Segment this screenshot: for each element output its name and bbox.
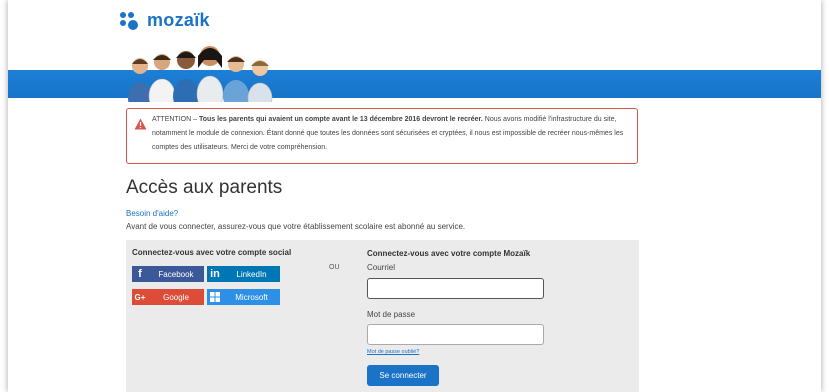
linkedin-label: LinkedIn [236, 269, 267, 279]
mozaik-login-title: Connectez-vous avec votre compte Mozaïk [367, 249, 531, 258]
microsoft-icon [207, 289, 223, 305]
facebook-label: Facebook [158, 269, 194, 279]
account-reset-alert: ATTENTION – Tous les parents qui avaient… [126, 108, 638, 164]
brand-name: mozaïk [147, 10, 210, 30]
google-plus-icon: G+ [134, 292, 146, 302]
alert-bold-text: Tous les parents qui avaient un compte a… [198, 116, 483, 123]
help-text: Avant de vous connecter, assurez-vous qu… [126, 222, 466, 231]
google-label: Google [163, 292, 189, 302]
password-label: Mot de passe [367, 310, 416, 319]
social-login-title: Connectez-vous avec votre compte social [132, 248, 292, 257]
microsoft-login-button[interactable]: Microsoft [207, 289, 280, 305]
facebook-login-button[interactable]: f Facebook [132, 266, 204, 282]
mozaik-logo-icon [120, 11, 142, 31]
linkedin-icon: in [210, 268, 220, 280]
or-separator: OU [329, 264, 340, 271]
microsoft-label: Microsoft [235, 292, 268, 302]
brand-logo[interactable]: mozaïk [120, 10, 210, 31]
warning-triangle-icon [134, 118, 147, 130]
linkedin-login-button[interactable]: in LinkedIn [207, 266, 280, 282]
page: mozaïk ATTENTION – Tous les parents qui … [8, 0, 821, 392]
login-panel: Connectez-vous avec votre compte social … [126, 240, 639, 392]
forgot-password-link[interactable]: Mot de passe oublié? [367, 349, 419, 355]
login-button[interactable]: Se connecter [367, 365, 439, 386]
email-label: Courriel [367, 263, 396, 272]
email-field[interactable] [367, 278, 544, 299]
alert-prefix: ATTENTION – [152, 116, 199, 123]
kids-banner-image [128, 46, 273, 102]
site-header: mozaïk [8, 0, 821, 102]
page-title: Accès aux parents [126, 177, 283, 198]
password-field[interactable] [367, 324, 544, 345]
google-login-button[interactable]: G+ Google [132, 289, 204, 305]
facebook-icon: f [138, 268, 142, 280]
help-link[interactable]: Besoin d'aide? [126, 209, 178, 218]
